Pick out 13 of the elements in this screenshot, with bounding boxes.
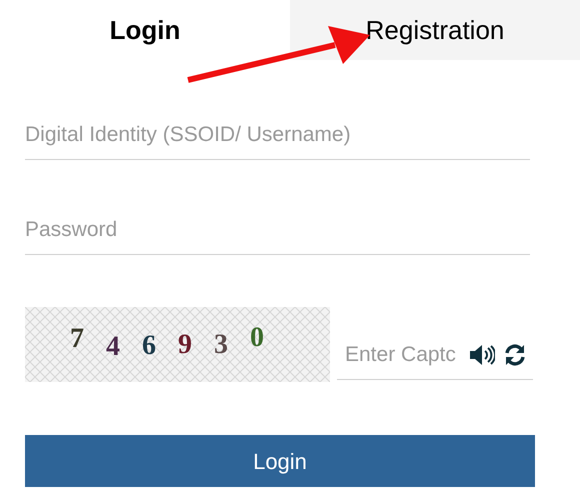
refresh-icon[interactable] xyxy=(503,342,527,366)
captcha-digit: 9 xyxy=(178,330,192,358)
captcha-digit: 7 xyxy=(70,324,84,352)
speaker-icon[interactable] xyxy=(469,344,495,366)
login-button[interactable]: Login xyxy=(25,435,535,487)
captcha-field[interactable]: Enter Captc xyxy=(345,338,467,370)
captcha-digit: 0 xyxy=(250,324,264,352)
captcha-digit: 6 xyxy=(142,332,156,360)
captcha-digit: 4 xyxy=(106,332,120,360)
captcha-digit: 3 xyxy=(214,330,228,358)
input-field[interactable]: Password xyxy=(25,205,530,255)
tab[interactable]: Registration xyxy=(290,0,580,60)
input-field[interactable]: Digital Identity (SSOID/ Username) xyxy=(25,110,530,160)
